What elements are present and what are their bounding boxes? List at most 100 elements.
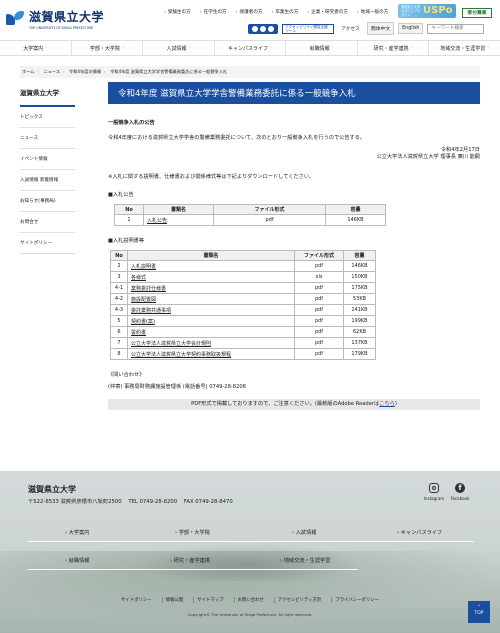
footer-nav-research[interactable]: 研究・産学連携 [170, 557, 210, 564]
table-cell-size: 199KB [343, 315, 376, 327]
breadcrumb-home[interactable]: ホーム [22, 69, 34, 74]
table-cell-format: xls [294, 271, 344, 283]
nav-item-admissions[interactable]: 入試情報 [142, 41, 214, 55]
audience-link[interactable]: 保護者の方 [236, 9, 263, 15]
footer-university-name: 滋賀県立大学 [28, 485, 76, 494]
nav-item-faculties[interactable]: 学部・大学院 [70, 41, 143, 55]
instagram-link[interactable]: Instagram [422, 483, 446, 501]
uspo-banner[interactable]: 滋賀県立大学公式ウェブマガジン USPo [398, 4, 456, 18]
document-link[interactable]: 契約書(案) [131, 319, 155, 325]
main-content: 令和4年度 滋賀県立大学学舎警備業務委託に係る一般競争入札 一般競争入札の公告 … [108, 82, 480, 410]
sidebar-item-news[interactable]: ニュース [20, 128, 75, 149]
footer-link-disclosure[interactable]: 情報公開 [161, 597, 187, 603]
footer-nav-careers[interactable]: 就職情報 [65, 557, 90, 564]
sidebar-title[interactable]: 滋賀県立大学 [20, 82, 75, 107]
nav-item-about[interactable]: 大学案内 [0, 41, 71, 55]
lang-chinese-button[interactable]: 簡体中文 [366, 22, 395, 35]
adobe-reader-link[interactable]: こちら [379, 401, 395, 407]
document-link[interactable]: 入札説明書 [131, 264, 156, 270]
sidebar-item-topics[interactable]: トピックス [20, 107, 75, 128]
document-link[interactable]: 委託業務共通事項 [131, 308, 171, 314]
footer-nav-campus-life[interactable]: キャンパスライフ [397, 529, 443, 536]
footer-link-privacy[interactable]: プライバシーポリシー [331, 597, 382, 603]
nav-item-community[interactable]: 地域交流・生涯学習 [428, 41, 500, 55]
footer-nav-community[interactable]: 地域交流・生涯学習 [280, 557, 331, 564]
sidebar-item-admission-news[interactable]: 入試情報 新着情報 [20, 170, 75, 191]
document-link[interactable]: 誓約書 [131, 330, 146, 336]
table-cell-size: 53KB [343, 293, 376, 305]
site-logo[interactable]: 滋賀県立大学 THE UNIVERSITY OF SHIGA PREFECTUR… [6, 8, 104, 30]
sidebar-item-site-policy[interactable]: サイトポリシー [20, 233, 75, 254]
accessibility-tool-link[interactable]: アクセシビリティ閲覧支援ツール [282, 23, 334, 34]
breadcrumb-news[interactable]: ニュース [43, 69, 60, 74]
document-link[interactable]: 公立大学法人滋賀県立大学会計規則 [131, 341, 211, 347]
table-cell-format: pdf [213, 214, 326, 226]
logo-title: 滋賀県立大学 [29, 10, 105, 24]
nav-item-campus-life[interactable]: キャンパスライフ [213, 41, 286, 55]
table-row: 3 各様式 xls 150KB [110, 271, 376, 283]
footer-tel: TEL 0749-28-8200 [128, 499, 178, 505]
donate-button[interactable]: 寄付募集 [462, 8, 492, 18]
table-cell-no: 6 [110, 326, 128, 338]
table-cell-format: pdf [294, 337, 344, 349]
footer-nav-faculties[interactable]: 学部・大学院 [175, 529, 210, 536]
footer-link-sitemap[interactable]: サイトマップ [193, 597, 226, 603]
table-header: 容量 [343, 250, 376, 261]
document-link[interactable]: 入札公告 [147, 218, 167, 224]
document-link[interactable]: 各様式 [131, 275, 146, 281]
download-note: ※入札に関する説明書、仕様書および関係様式等は下記よりダウンロードしてください。 [108, 174, 315, 180]
facebook-link[interactable]: f Facebook [448, 483, 472, 501]
table-cell-format: pdf [294, 315, 344, 327]
inquiry-text: (仲寄) 事務局財務課施設管理係 (電話番号) 0749-28-8208 [108, 384, 246, 390]
instagram-icon [429, 483, 439, 493]
audience-link[interactable]: 地域一般の方 [357, 9, 389, 15]
notice-heading: 一般競争入札の公告 [108, 120, 155, 126]
footer-nav-admissions[interactable]: 入試情報 [292, 529, 317, 536]
documents-table: No 書類名 ファイル形式 容量 2 入札説明書 pdf 146KB 3 各様式 xls 15… [110, 250, 376, 360]
sidebar-item-office-notices[interactable]: お知らせ(事務局) [20, 191, 75, 212]
nav-item-careers[interactable]: 就職情報 [285, 41, 357, 55]
table-cell-format: pdf [294, 304, 344, 316]
table-cell-name: 業務委託仕様書 [127, 282, 295, 294]
audience-link[interactable]: 企業・研究者の方 [307, 9, 348, 15]
table-cell-size: 62KB [343, 326, 376, 338]
back-to-top-button[interactable]: ⌃ TOP [468, 601, 490, 623]
sidebar-item-events[interactable]: イベント情報 [20, 149, 75, 170]
access-link[interactable]: アクセス [338, 23, 363, 34]
nav-item-research[interactable]: 研究・産学連携 [356, 41, 429, 55]
table-cell-name: 公立大学法人滋賀県立大学契約事務取扱規程 [127, 348, 295, 360]
logo-subtitle: THE UNIVERSITY OF SHIGA PREFECTURE [29, 26, 94, 30]
search-input[interactable] [427, 23, 485, 34]
pdf-notice-tail: ) [394, 401, 397, 407]
table-cell-no: 4-1 [110, 282, 128, 294]
instagram-label: Instagram [423, 496, 445, 501]
copyright: Copyright© The University of Shiga Prefe… [187, 612, 313, 617]
audience-link[interactable]: 受験生の方 [164, 9, 191, 15]
breadcrumb: ホーム › ニュース › 令和4年度の情報 › 令和4年度 滋賀県立大学学舎警備業務委… [20, 66, 480, 78]
table-cell-size: 146KB [325, 214, 386, 226]
breadcrumb-year[interactable]: 令和4年度の情報 [69, 69, 101, 74]
sidebar-item-contact[interactable]: お問合せ [20, 212, 75, 233]
audience-link[interactable]: 在学生の方 [200, 9, 227, 15]
table-cell-no: 8 [110, 348, 128, 360]
table-cell-name: 入札説明書 [127, 260, 295, 272]
footer-nav-about[interactable]: 大学案内 [65, 529, 90, 536]
document-link[interactable]: 公立大学法人滋賀県立大学契約事務取扱規程 [131, 352, 231, 358]
pdf-notice-text: PDF形式で掲載しておりますので、ご注意ください。(最新版のAdobe Read… [191, 401, 380, 407]
accessibility-icon[interactable] [248, 23, 278, 34]
table-cell-no: 1 [114, 214, 144, 226]
document-link[interactable]: 業務委託仕様書 [131, 286, 166, 292]
site-header: 滋賀県立大学 THE UNIVERSITY OF SHIGA PREFECTUR… [0, 0, 500, 40]
footer-address: 〒522-8533 滋賀県彦根市八坂町2500 TEL 0749-28-8200… [28, 497, 238, 505]
lang-english-button[interactable]: English [398, 23, 424, 34]
footer-link-accessibility[interactable]: アクセシビリティ方針 [273, 597, 324, 603]
table-cell-size: 175KB [343, 282, 376, 294]
footer-link-contact[interactable]: お問い合わせ [233, 597, 267, 603]
back-to-top-label: TOP [474, 611, 484, 616]
audience-link[interactable]: 卒業生の方 [271, 9, 298, 15]
table-cell-name: 各様式 [127, 271, 295, 283]
footer-link-site-policy[interactable]: サイトポリシー [118, 597, 155, 603]
notice-signer: 公立大学法人滋賀県立大学 理事長 廣川 能嗣 [376, 154, 480, 160]
notice-date: 令和4年2月17日 [440, 147, 480, 153]
document-link[interactable]: 施設配置図 [131, 297, 156, 303]
